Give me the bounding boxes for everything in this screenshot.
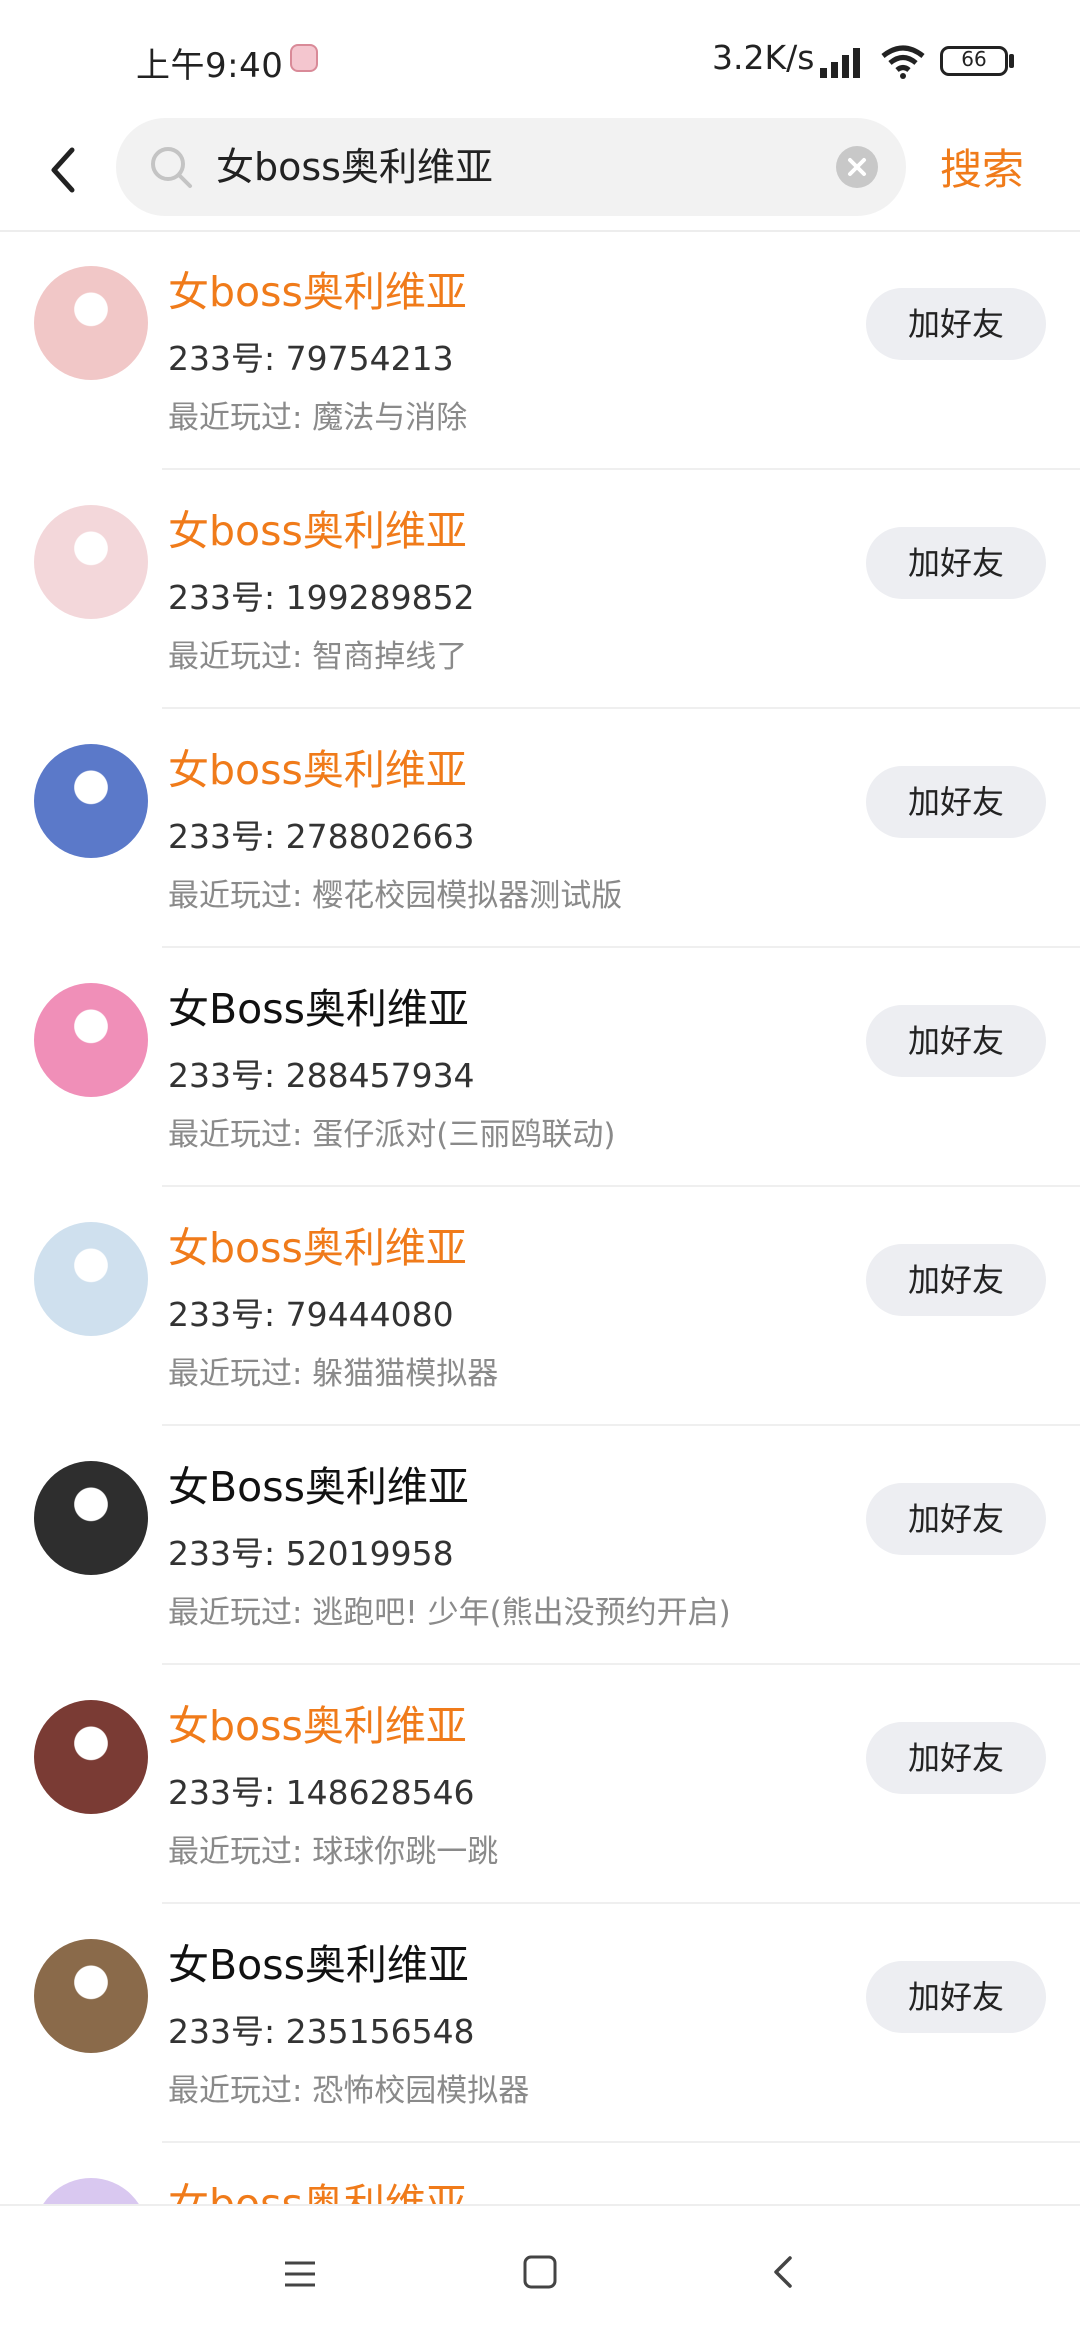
- user-result-row[interactable]: 女Boss奥利维亚 233号: 288457934 最近玩过: 蛋仔派对(三丽鸥联动…: [0, 949, 1080, 1187]
- clear-icon[interactable]: [836, 146, 878, 188]
- user-result-row[interactable]: 女boss奥利维亚 233号: 148628546 最近玩过: 球球你跳一跳 加好友: [0, 1666, 1080, 1904]
- avatar[interactable]: [34, 2178, 148, 2204]
- user-name: 女boss奥利维亚: [168, 746, 467, 794]
- signal-icon: [820, 48, 860, 78]
- user-result-row[interactable]: 女boss奥利维亚 233号: 278802663 最近玩过: 樱花校园模拟器测试版…: [0, 710, 1080, 948]
- avatar[interactable]: [34, 983, 148, 1097]
- recently-played: 最近玩过: 蛋仔派对(三丽鸥联动): [168, 1117, 616, 1153]
- user-result-row[interactable]: 女boss奥利维亚 233号: 79754213 最近玩过: 魔法与消除 加好友: [0, 232, 1080, 470]
- avatar[interactable]: [34, 505, 148, 619]
- user-name: 女boss奥利维亚: [168, 1702, 467, 1750]
- recently-played: 最近玩过: 樱花校园模拟器测试版: [168, 878, 623, 914]
- user-id: 233号: 278802663: [168, 817, 475, 856]
- recently-played: 最近玩过: 恐怖校园模拟器: [168, 2073, 530, 2109]
- row-divider: [162, 1663, 1080, 1665]
- add-friend-button[interactable]: 加好友: [866, 1244, 1046, 1316]
- avatar[interactable]: [34, 1461, 148, 1575]
- battery-cap: [1009, 54, 1014, 68]
- user-id: 233号: 235156548: [168, 2012, 475, 2051]
- home-icon[interactable]: [522, 2254, 558, 2290]
- recently-played: 最近玩过: 逃跑吧! 少年(熊出没预约开启): [168, 1595, 731, 1631]
- search-icon: [151, 147, 192, 188]
- user-name: 女boss奥利维亚: [168, 1224, 467, 1272]
- user-result-row[interactable]: 女Boss奥利维亚 233号: 52019958 最近玩过: 逃跑吧! 少年(熊出没…: [0, 1427, 1080, 1665]
- back-button[interactable]: [36, 140, 92, 200]
- user-result-row[interactable]: 女Boss奥利维亚 233号: 235156548 最近玩过: 恐怖校园模拟器 加好友: [0, 1905, 1080, 2143]
- row-divider: [162, 1424, 1080, 1426]
- nav-back-icon[interactable]: [764, 2252, 804, 2292]
- status-bar: 上午9:40 3.2K/s 66: [0, 0, 1080, 110]
- user-result-row[interactable]: 女boss奥利维亚 233号: 79444080 最近玩过: 躲猫猫模拟器 加好友: [0, 1188, 1080, 1426]
- avatar[interactable]: [34, 1939, 148, 2053]
- results-list: 女boss奥利维亚 233号: 79754213 最近玩过: 魔法与消除 加好友 女bo…: [0, 232, 1080, 2204]
- status-time: 上午9:40: [136, 46, 284, 86]
- user-name: 女Boss奥利维亚: [168, 1463, 469, 1511]
- avatar[interactable]: [34, 1700, 148, 1814]
- recently-played: 最近玩过: 魔法与消除: [168, 400, 468, 436]
- add-friend-button[interactable]: 加好友: [866, 1005, 1046, 1077]
- recently-played: 最近玩过: 躲猫猫模拟器: [168, 1356, 499, 1392]
- row-divider: [162, 946, 1080, 948]
- user-result-row[interactable]: 女boss奥利维亚 233号: 199289852 最近玩过: 智商掉线了 加好友: [0, 471, 1080, 709]
- notification-icon: [290, 44, 318, 72]
- user-id: 233号: 148628546: [168, 1773, 475, 1812]
- user-name: 女boss奥利维亚: [168, 268, 467, 316]
- user-id: 233号: 79444080: [168, 1295, 454, 1334]
- user-name: 女boss奥利维亚。: [168, 2180, 508, 2204]
- recently-played: 最近玩过: 球球你跳一跳: [168, 1834, 499, 1870]
- row-divider: [162, 707, 1080, 709]
- search-results-screen: 上午9:40 3.2K/s 66 女boss奥利维亚 搜索 女boss奥利维亚 …: [0, 0, 1080, 2340]
- add-friend-button[interactable]: 加好友: [866, 1722, 1046, 1794]
- menu-icon[interactable]: [282, 2256, 318, 2292]
- net-speed: 3.2K/s: [712, 38, 815, 77]
- recently-played: 最近玩过: 智商掉线了: [168, 639, 468, 675]
- user-id: 233号: 199289852: [168, 578, 475, 617]
- avatar[interactable]: [34, 1222, 148, 1336]
- battery-level: 66: [961, 47, 987, 71]
- row-divider: [162, 1185, 1080, 1187]
- avatar[interactable]: [34, 744, 148, 858]
- add-friend-button[interactable]: 加好友: [866, 766, 1046, 838]
- search-header: 搜索: [0, 110, 1080, 232]
- add-friend-button[interactable]: 加好友: [866, 1483, 1046, 1555]
- add-friend-button[interactable]: 加好友: [866, 527, 1046, 599]
- row-divider: [162, 2141, 1080, 2143]
- search-input[interactable]: [216, 118, 836, 216]
- user-name: 女boss奥利维亚: [168, 507, 467, 555]
- user-name: 女Boss奥利维亚: [168, 1941, 469, 1989]
- add-friend-button[interactable]: 加好友: [866, 288, 1046, 360]
- avatar[interactable]: [34, 266, 148, 380]
- search-button[interactable]: 搜索: [940, 136, 1024, 197]
- user-id: 233号: 52019958: [168, 1534, 454, 1573]
- search-box[interactable]: [116, 118, 906, 216]
- row-divider: [162, 468, 1080, 470]
- system-nav-bar: [0, 2204, 1080, 2340]
- row-divider: [162, 1902, 1080, 1904]
- user-name: 女Boss奥利维亚: [168, 985, 469, 1033]
- user-id: 233号: 288457934: [168, 1056, 475, 1095]
- add-friend-button[interactable]: 加好友: [866, 1961, 1046, 2033]
- user-result-row[interactable]: 女boss奥利维亚。: [0, 2144, 1080, 2204]
- wifi-icon: [881, 45, 925, 79]
- user-id: 233号: 79754213: [168, 339, 454, 378]
